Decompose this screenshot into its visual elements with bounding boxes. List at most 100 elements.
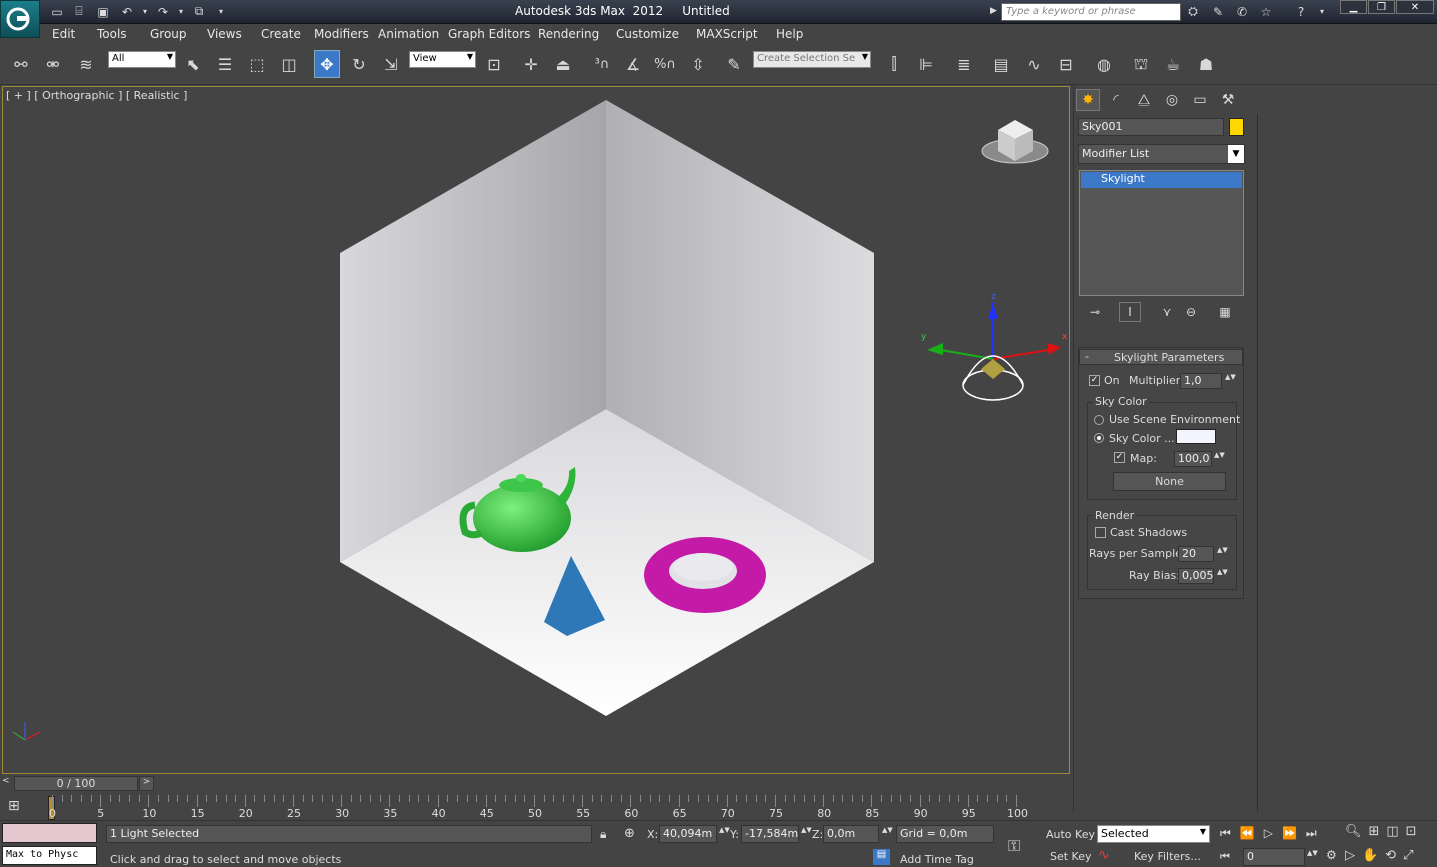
y-coordinate-field[interactable]: -17,584m [741,825,799,843]
pivot-center-icon[interactable]: ⊡ [481,50,507,78]
new-file-icon[interactable]: ▭ [48,3,66,20]
rays-per-sample-spinner[interactable]: 20 [1178,546,1214,562]
spinner-arrows-icon[interactable]: ▲▼ [1214,451,1225,467]
select-and-rotate-icon[interactable]: ↻ [346,50,372,78]
z-coordinate-field[interactable]: 0,0m [823,825,879,843]
playback-controls[interactable]: ⏮⏪▷⏩⏭ [1220,826,1326,841]
angle-snap-icon[interactable]: ∡ [620,50,646,78]
current-frame-field[interactable]: 0 [1243,848,1305,866]
maxscript-listener-output[interactable] [2,823,97,843]
key-mode-dropdown[interactable]: Selected ▼ [1097,825,1210,843]
redo-dropdown-icon[interactable]: ▾ [172,3,190,20]
absolute-mode-icon[interactable]: ⊕ [624,826,635,841]
help-dropdown-icon[interactable]: ▾ [1313,3,1331,20]
configure-modifier-sets-icon[interactable]: ▦ [1214,302,1236,322]
percent-snap-icon[interactable]: %∩ [652,50,678,78]
select-by-name-icon[interactable]: ☰ [212,50,238,78]
chevron-down-icon[interactable]: ▼ [1228,145,1244,163]
select-and-move-icon[interactable]: ✥ [314,50,340,78]
maxscript-mini-listener[interactable]: Max to Physc [2,846,97,865]
redo-icon[interactable]: ↷ [154,3,172,20]
menu-group[interactable]: Group [150,27,187,41]
subscription-icon[interactable]: ✎ [1209,3,1227,20]
menu-edit[interactable]: Edit [52,27,75,41]
select-and-scale-icon[interactable]: ⇲ [378,50,404,78]
layer-manager-icon[interactable]: ≣ [951,50,977,78]
expand-search-icon[interactable]: ▶ [990,6,997,16]
set-key-icon[interactable]: ⚿ [1008,836,1020,856]
curve-editor-icon[interactable]: ∿ [1021,50,1047,78]
spinner-arrows-icon[interactable]: ▲▼ [801,826,812,842]
skylight-gizmo[interactable] [927,302,1061,401]
binoculars-icon[interactable]: ⛭ [1184,3,1202,20]
modify-tab-icon[interactable]: ◜ [1104,89,1128,111]
on-checkbox[interactable]: ✓ [1089,375,1100,386]
pin-stack-icon[interactable]: ⊸ [1084,302,1106,322]
select-object-icon[interactable]: ⬉ [180,50,206,78]
perspective-viewport[interactable]: z y x [2,86,1070,774]
isolate-selection-icon[interactable]: ▤ [873,849,890,865]
show-end-result-icon[interactable]: I [1119,302,1141,322]
object-name-field[interactable]: Sky001 [1078,118,1224,136]
use-scene-env-radio[interactable] [1094,415,1104,425]
rectangular-selection-icon[interactable]: ⬚ [244,50,270,78]
selection-lock-icon[interactable]: 🔒︎ [600,827,606,842]
save-file-icon[interactable]: ▣ [94,3,112,20]
open-file-icon[interactable]: ⌸ [70,3,88,20]
viewport-nav-row1[interactable]: 🔍︎⊞◫⊡ [1345,824,1424,839]
communication-center-icon[interactable]: ✆ [1233,3,1251,20]
undo-dropdown-icon[interactable]: ▾ [136,3,154,20]
close-window-button[interactable]: ✕ [1396,0,1434,14]
project-folder-icon[interactable]: ⧉ [190,3,208,20]
key-filters-button[interactable]: Key Filters... [1134,850,1201,863]
menu-help[interactable]: Help [776,27,803,41]
map-amount-spinner[interactable]: 100,0 [1174,451,1212,467]
sky-color-swatch[interactable] [1176,429,1216,444]
link-icon[interactable]: ⚯ [8,50,34,78]
modifier-list-dropdown[interactable]: Modifier List [1078,144,1245,164]
time-slider-next-icon[interactable]: > [139,776,154,791]
spinner-arrows-icon[interactable]: ▲▼ [882,826,893,842]
snaps-toggle-icon[interactable]: ³∩ [589,50,615,78]
mini-curve-editor-icon[interactable]: ⊞ [8,798,30,816]
manipulate-icon[interactable]: ✛ [518,50,544,78]
selection-filter-dropdown[interactable]: All ▼ [108,51,176,68]
reference-coordinate-dropdown[interactable]: View ▼ [409,51,476,68]
map-checkbox[interactable]: ✓ [1114,452,1125,463]
spinner-arrows-icon[interactable]: ▲▼ [1217,568,1228,584]
motion-tab-icon[interactable]: ◎ [1160,89,1184,111]
menu-modifiers[interactable]: Modifiers [314,27,369,41]
map-none-button[interactable]: None [1113,472,1226,491]
remove-modifier-icon[interactable]: ⊖ [1180,302,1202,322]
create-tab-icon[interactable]: ✸ [1076,89,1100,111]
align-icon[interactable]: ⊫ [913,50,939,78]
menu-create[interactable]: Create [261,27,301,41]
spinner-arrows-icon[interactable]: ▲▼ [719,826,730,842]
torus-object[interactable] [644,537,766,613]
render-production-icon[interactable]: ☗ [1193,50,1219,78]
material-editor-icon[interactable]: ◍ [1091,50,1117,78]
x-coordinate-field[interactable]: 40,094m [659,825,717,843]
rollout-collapse-icon[interactable]: - [1085,350,1089,363]
schematic-view-icon[interactable]: ⊟ [1053,50,1079,78]
sky-color-radio[interactable] [1094,433,1104,443]
set-key-button[interactable]: Set Key [1050,850,1092,863]
time-slider[interactable]: 0 / 100 [14,776,138,791]
default-in-out-tangent-icon[interactable]: ∿ [1098,847,1110,863]
menu-animation[interactable]: Animation [378,27,439,41]
key-mode-toggle-icon[interactable]: ⏮ [1220,850,1230,864]
graphite-ribbon-icon[interactable]: ▤ [988,50,1014,78]
spinner-snap-icon[interactable]: ⇳ [685,50,711,78]
help-icon[interactable]: ? [1292,3,1310,20]
hierarchy-tab-icon[interactable]: ⧋ [1132,89,1156,111]
cast-shadows-checkbox[interactable] [1095,527,1106,538]
menu-rendering[interactable]: Rendering [538,27,599,41]
bind-space-warp-icon[interactable]: ≋ [73,50,99,78]
viewport-nav-row2[interactable]: ▷✋⟲⤢ [1345,848,1420,863]
menu-maxscript[interactable]: MAXScript [696,27,758,41]
multiplier-spinner[interactable]: 1,0 [1180,373,1222,389]
make-unique-icon[interactable]: ⋎ [1156,302,1178,322]
viewport-label[interactable]: [ + ] [ Orthographic ] [ Realistic ] [6,89,187,102]
display-tab-icon[interactable]: ▭ [1188,89,1212,111]
menu-customize[interactable]: Customize [616,27,679,41]
